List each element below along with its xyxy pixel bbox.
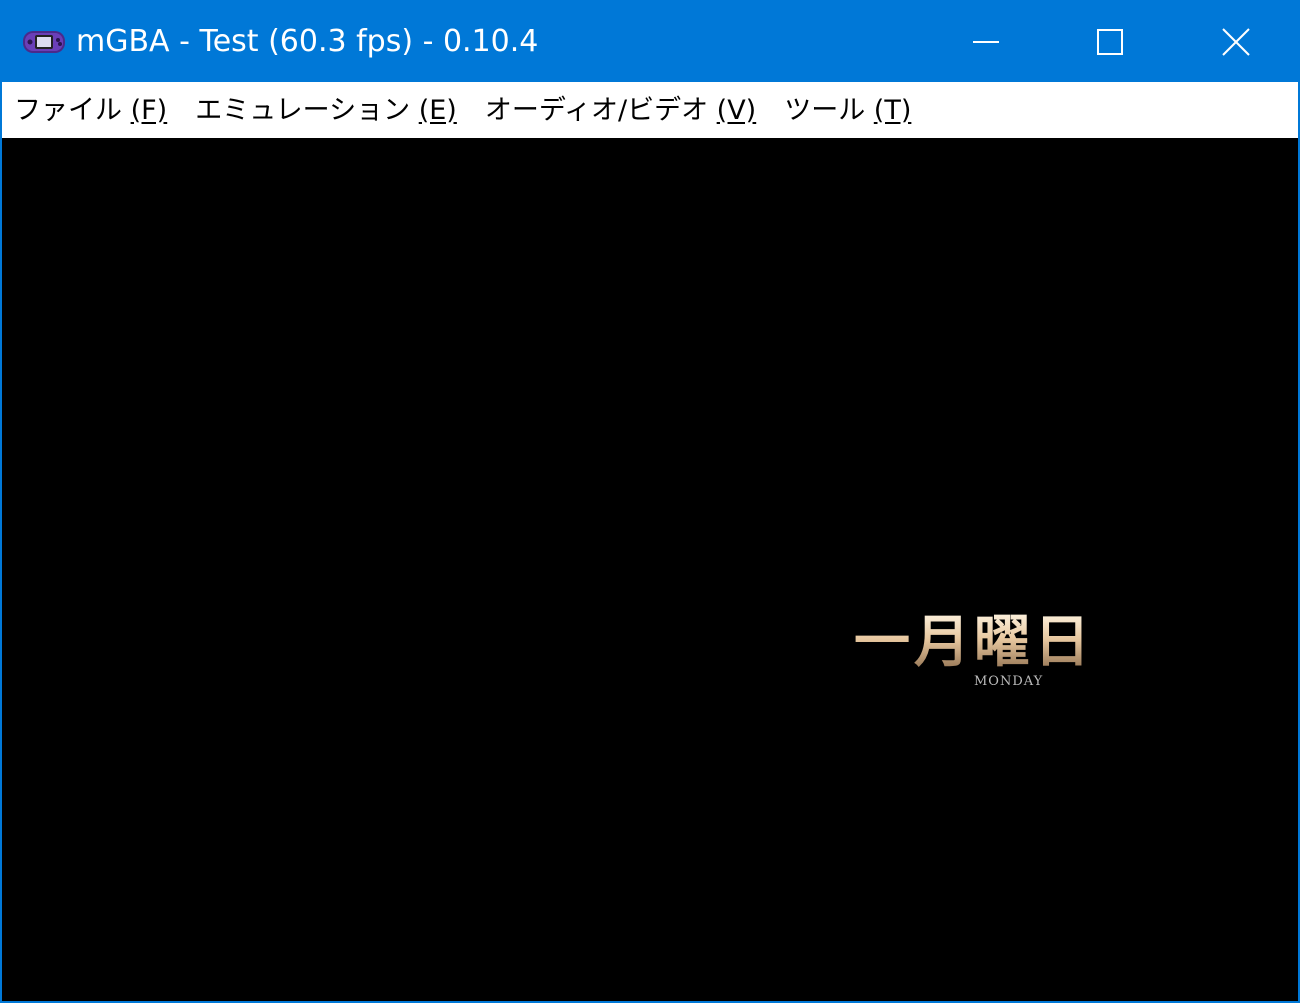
close-button[interactable] — [1174, 2, 1298, 82]
menu-tools-label: ツール — [784, 95, 874, 126]
menu-audio-video-label: オーディオ/ビデオ — [484, 95, 717, 126]
menu-audio-video-accel: (V) — [716, 95, 757, 126]
maximize-button[interactable] — [1046, 2, 1174, 82]
menu-audio-video[interactable]: オーディオ/ビデオ (V) — [471, 82, 770, 138]
menu-file-label: ファイル — [14, 95, 131, 126]
game-subtitle-text: MONDAY — [974, 674, 1044, 689]
menu-tools-accel: (T) — [873, 95, 912, 126]
menu-file[interactable]: ファイル (F) — [2, 82, 181, 138]
game-screen[interactable]: 一月曜日 MONDAY — [2, 138, 1298, 1001]
minimize-icon — [973, 41, 999, 43]
menu-file-accel: (F) — [130, 95, 168, 126]
window-title: mGBA - Test (60.3 fps) - 0.10.4 — [76, 24, 539, 59]
minimize-button[interactable] — [922, 2, 1050, 82]
close-icon — [1222, 28, 1250, 56]
menu-emulation-accel: (E) — [418, 95, 457, 126]
menu-tools[interactable]: ツール (T) — [770, 82, 925, 138]
gba-console-icon — [23, 31, 65, 53]
maximize-icon — [1097, 29, 1123, 55]
menu-emulation-label: エミュレーション — [195, 95, 419, 126]
menu-bar: ファイル (F) エミュレーション (E) オーディオ/ビデオ (V) ツール … — [2, 82, 1298, 138]
menu-emulation[interactable]: エミュレーション (E) — [181, 82, 471, 138]
game-title-text: 一月曜日 — [854, 609, 1094, 675]
title-bar[interactable]: mGBA - Test (60.3 fps) - 0.10.4 — [2, 2, 1298, 82]
emulator-window: mGBA - Test (60.3 fps) - 0.10.4 ファイル (F)… — [0, 0, 1300, 1003]
